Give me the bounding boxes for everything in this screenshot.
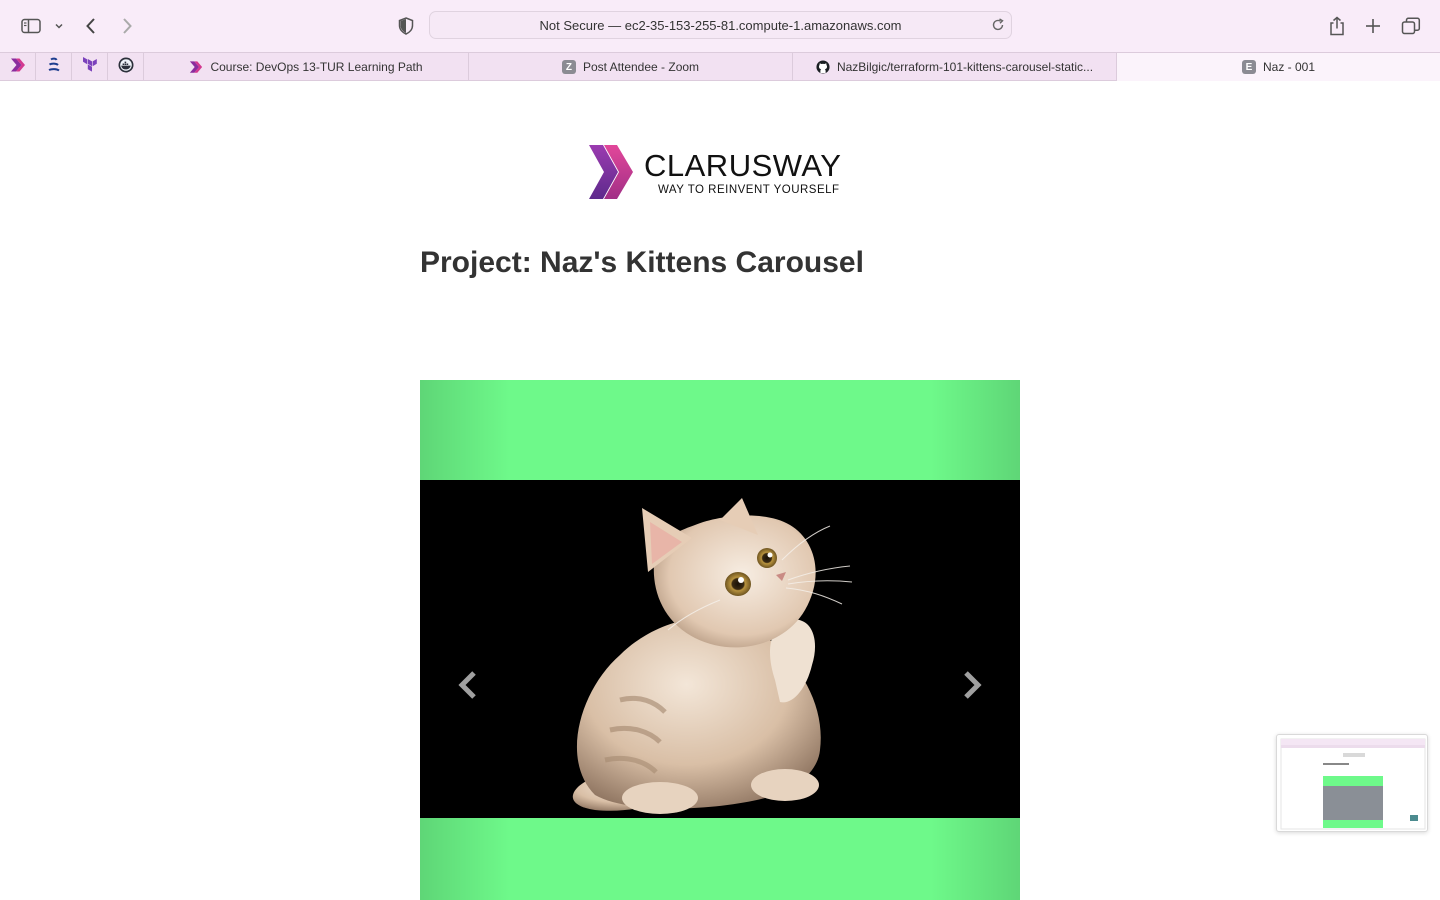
tab-label: Course: DevOps 13-TUR Learning Path: [210, 60, 423, 74]
terraform-icon: [82, 56, 98, 78]
tab-overview-icon[interactable]: [1400, 12, 1422, 40]
tab-naz-001[interactable]: E Naz - 001: [1117, 53, 1440, 81]
browser-toolbar: Not Secure — ec2-35-153-255-81.compute-1…: [0, 0, 1440, 52]
page-title: Project: Naz's Kittens Carousel: [420, 246, 864, 279]
carousel-slide: [420, 480, 1020, 818]
chevron-down-icon[interactable]: [52, 12, 66, 40]
docker-icon: [118, 57, 134, 78]
screenshot-preview-image: [1280, 738, 1426, 830]
back-icon[interactable]: [80, 12, 102, 40]
tab-label: Naz - 001: [1262, 60, 1316, 74]
clarusway-icon: [189, 60, 203, 74]
tab-clarusway-course[interactable]: Course: DevOps 13-TUR Learning Path: [144, 53, 469, 81]
address-bar[interactable]: Not Secure — ec2-35-153-255-81.compute-1…: [429, 11, 1012, 39]
logo-tagline: WAY TO REINVENT YOURSELF: [658, 184, 840, 196]
e-icon-letter: E: [1241, 60, 1256, 74]
chevron-left-icon: [458, 671, 476, 699]
kittens-carousel: [420, 380, 1020, 900]
pinned-tab-docker[interactable]: [108, 53, 144, 81]
zoom-icon: Z: [561, 60, 576, 74]
github-icon: [816, 60, 830, 74]
stack-icon: [47, 57, 61, 78]
tab-zoom[interactable]: Z Post Attendee - Zoom: [469, 53, 793, 81]
tab-label: NazBilgic/terraform-101-kittens-carousel…: [836, 60, 1094, 74]
privacy-shield-icon[interactable]: [396, 12, 416, 40]
pinned-tab-clarusway[interactable]: [0, 53, 36, 81]
pinned-tab-terraform[interactable]: [72, 53, 108, 81]
chevron-right-icon: [964, 671, 982, 699]
zoom-icon-letter: Z: [561, 60, 576, 74]
tab-github[interactable]: NazBilgic/terraform-101-kittens-carousel…: [793, 53, 1117, 81]
url-text: Not Secure — ec2-35-153-255-81.compute-1…: [539, 17, 902, 33]
clarusway-icon: [10, 57, 26, 78]
screenshot-thumbnail[interactable]: [1276, 734, 1428, 832]
pinned-tab-stack[interactable]: [36, 53, 72, 81]
kitten-image: [420, 480, 1020, 818]
forward-icon[interactable]: [116, 12, 138, 40]
tab-label: Post Attendee - Zoom: [582, 60, 700, 74]
new-tab-icon[interactable]: [1362, 12, 1384, 40]
carousel-next-button[interactable]: [957, 670, 987, 700]
clarusway-logo: CLARUSWAY WAY TO REINVENT YOURSELF: [588, 144, 858, 200]
share-icon[interactable]: [1326, 12, 1348, 40]
sidebar-toggle-icon[interactable]: [18, 12, 44, 40]
clarusway-logo-mark: [589, 145, 633, 199]
e-icon: E: [1241, 60, 1256, 74]
carousel-prev-button[interactable]: [453, 670, 483, 700]
reload-icon[interactable]: [991, 18, 1005, 35]
tab-bar: Course: DevOps 13-TUR Learning Path Z Po…: [0, 52, 1440, 81]
logo-wordmark: CLARUSWAY: [644, 148, 842, 183]
